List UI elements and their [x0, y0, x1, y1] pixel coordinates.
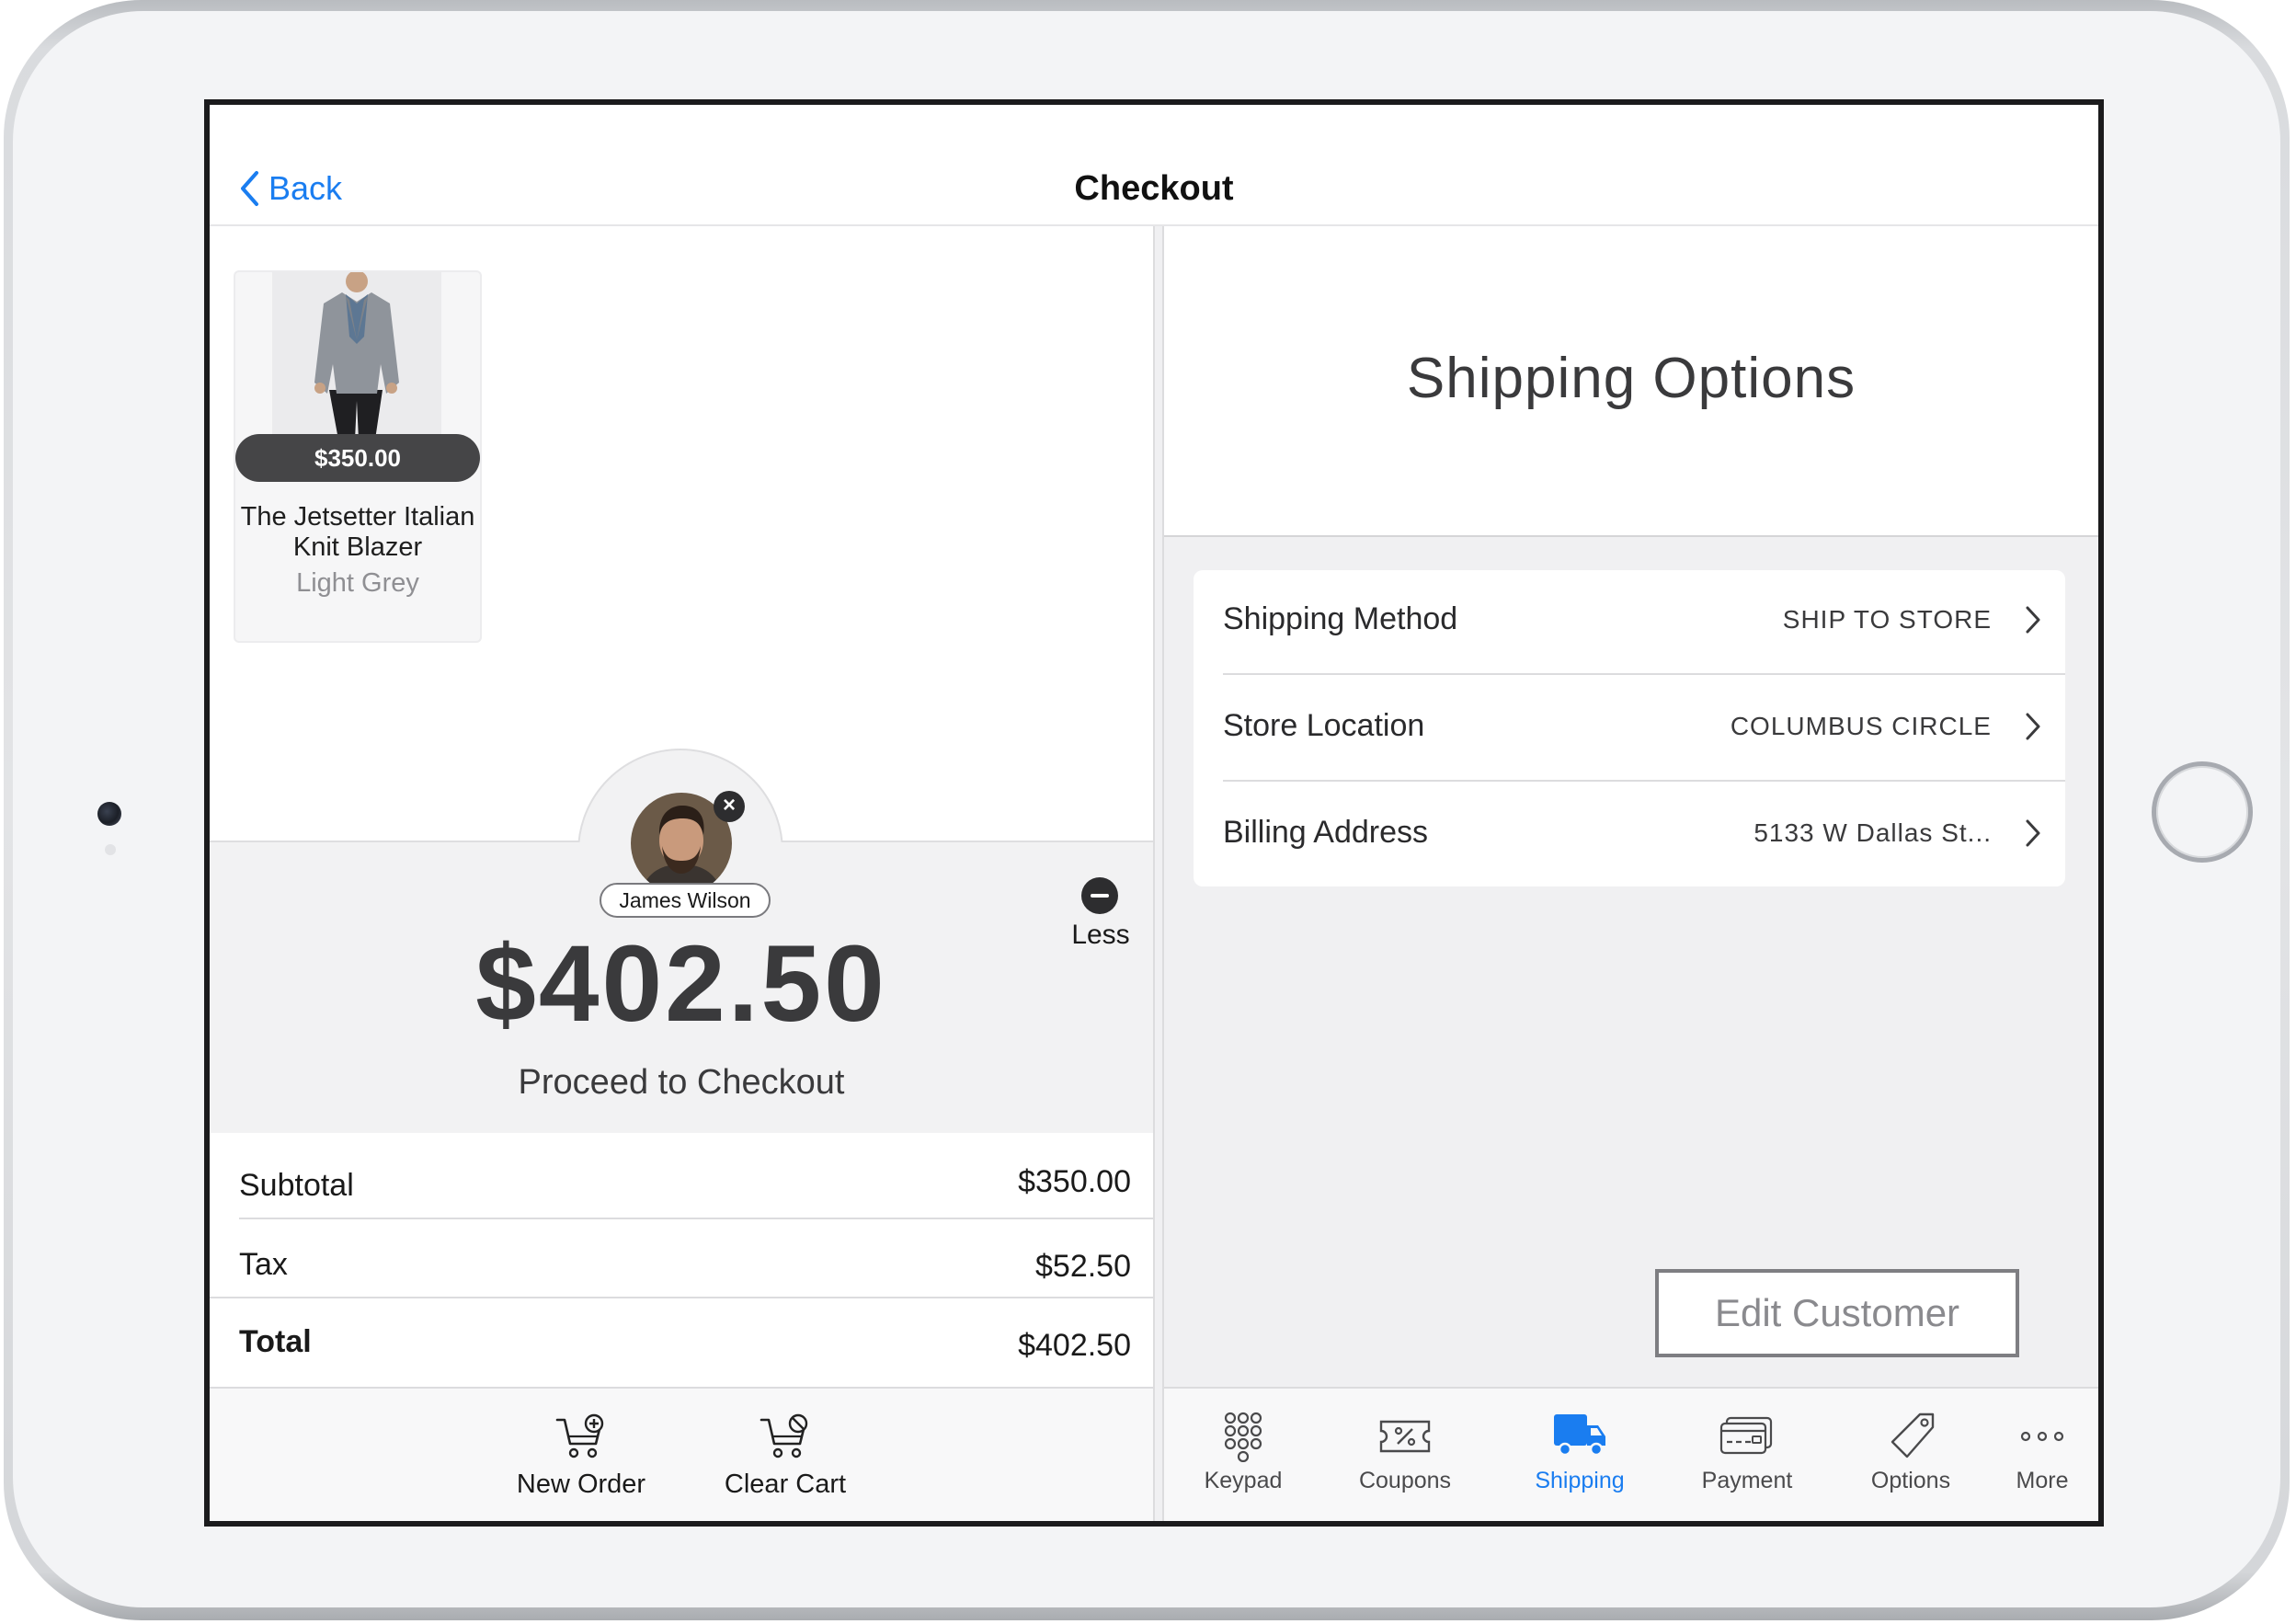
list-divider [1223, 673, 2065, 675]
payment-card-icon [1719, 1416, 1773, 1455]
keypad-icon [1224, 1412, 1262, 1462]
tab-more[interactable]: More [1992, 1411, 2093, 1514]
subtotal-value: $350.00 [1018, 1164, 1131, 1199]
subtotal-row: Subtotal $350.00 [210, 1133, 1153, 1218]
store-location-row[interactable]: Store Location COLUMBUS CIRCLE [1223, 677, 2065, 780]
billing-address-value: 5133 W Dallas St... [1753, 818, 1992, 847]
new-order-button[interactable]: New Order [508, 1412, 655, 1514]
chevron-right-icon [2026, 606, 2040, 634]
tab-keypad-label: Keypad [1204, 1468, 1283, 1493]
proceed-to-checkout-button[interactable]: Proceed to Checkout [210, 1063, 1153, 1103]
cart-add-icon [555, 1413, 604, 1458]
shipping-method-row[interactable]: Shipping Method SHIP TO STORE [1223, 570, 2065, 673]
tab-coupons-label: Coupons [1358, 1468, 1452, 1493]
tab-more-label: More [2016, 1468, 2069, 1493]
chevron-right-icon [2026, 713, 2040, 740]
shipping-header: Shipping Options [1164, 226, 2098, 537]
subtotal-label: Subtotal [239, 1168, 354, 1203]
store-location-value: COLUMBUS CIRCLE [1730, 712, 1992, 740]
tag-icon [1890, 1412, 1935, 1458]
shipping-method-value: SHIP TO STORE [1782, 605, 1992, 634]
minus-circle-icon [1081, 877, 1118, 914]
tax-label: Tax [239, 1247, 288, 1282]
chevron-right-icon [2026, 819, 2040, 847]
panel-divider [1153, 226, 1164, 1521]
more-dots-icon [2020, 1431, 2064, 1442]
shipping-method-label: Shipping Method [1223, 601, 1458, 636]
clear-cart-label: Clear Cart [724, 1470, 847, 1499]
cart-actions-bar: New Order Clear Cart [210, 1387, 1153, 1521]
checkout-tab-bar: Keypad Coupons Shipping Payment Options … [1164, 1387, 2098, 1521]
coupon-icon [1379, 1420, 1431, 1453]
order-summary: Subtotal $350.00 Tax $52.50 Total $402.5… [210, 1133, 1153, 1387]
product-image [272, 272, 441, 440]
new-order-label: New Order [516, 1470, 646, 1499]
tab-payment[interactable]: Payment [1673, 1411, 1821, 1514]
item-variant: Light Grey [296, 568, 419, 598]
list-divider [1223, 780, 2065, 782]
navigation-bar: Back Checkout [210, 105, 2098, 226]
cart-clear-icon [760, 1413, 808, 1458]
tab-shipping-label: Shipping [1535, 1468, 1625, 1493]
cart-item-card[interactable]: $350.00 The Jetsetter Italian Knit Blaze… [234, 270, 482, 643]
truck-icon [1554, 1414, 1605, 1457]
tab-options-label: Options [1870, 1468, 1951, 1493]
page-title: Checkout [1074, 169, 1234, 208]
tab-payment-label: Payment [1701, 1468, 1793, 1493]
clear-cart-button[interactable]: Clear Cart [712, 1412, 859, 1514]
tab-keypad[interactable]: Keypad [1170, 1411, 1317, 1514]
customer-name-badge[interactable]: James Wilson [600, 883, 771, 918]
billing-address-row[interactable]: Billing Address 5133 W Dallas St... [1223, 783, 2065, 886]
total-value: $402.50 [1018, 1328, 1131, 1363]
shipping-options-list: Shipping Method SHIP TO STORE Store Loca… [1194, 570, 2065, 886]
tablet-frame: Back Checkout $350.00 The Jetsetter Ital… [4, 0, 2290, 1620]
edit-customer-button[interactable]: Edit Customer [1655, 1269, 2019, 1357]
billing-address-label: Billing Address [1223, 815, 1429, 850]
app-screen: Back Checkout $350.00 The Jetsetter Ital… [204, 99, 2104, 1527]
total-row: Total $402.50 [210, 1298, 1153, 1385]
home-button[interactable] [2152, 761, 2253, 863]
light-sensor [105, 844, 116, 855]
shipping-content: Shipping Method SHIP TO STORE Store Loca… [1164, 537, 2098, 1387]
shipping-title: Shipping Options [1406, 347, 1856, 410]
item-price-badge: $350.00 [235, 434, 480, 482]
store-location-label: Store Location [1223, 708, 1425, 743]
tab-options[interactable]: Options [1837, 1411, 1984, 1514]
front-camera [97, 802, 121, 826]
checkout-total-amount[interactable]: $402.50 [210, 921, 1153, 1046]
tab-shipping[interactable]: Shipping [1506, 1411, 1653, 1514]
tax-value: $52.50 [1035, 1249, 1131, 1284]
remove-customer-button[interactable]: × [714, 791, 745, 822]
item-name: The Jetsetter Italian Knit Blazer [240, 502, 475, 562]
tax-row: Tax $52.50 [210, 1219, 1153, 1297]
blazer-photo [272, 272, 441, 440]
total-label: Total [239, 1324, 312, 1359]
tab-coupons[interactable]: Coupons [1331, 1411, 1479, 1514]
